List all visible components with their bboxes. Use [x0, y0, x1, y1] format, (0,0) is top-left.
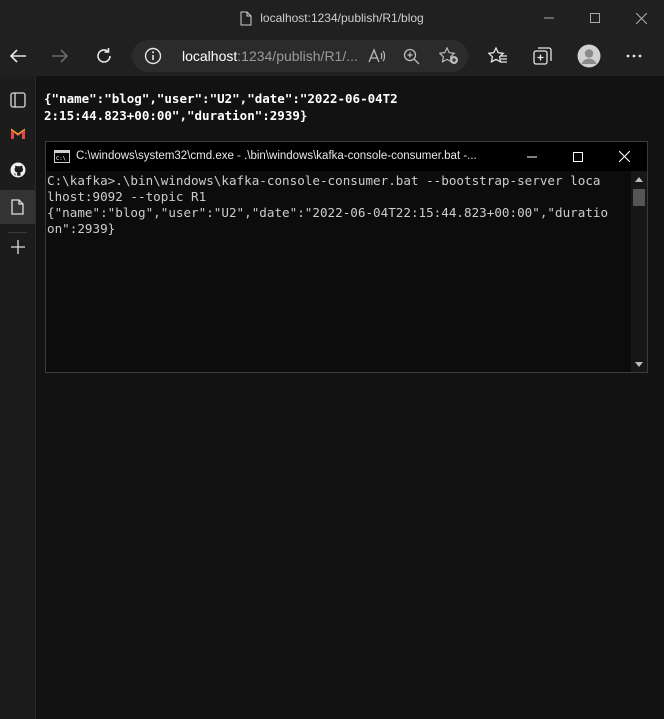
more-icon	[626, 54, 642, 58]
console-scrollbar[interactable]	[631, 171, 647, 372]
sidebar-item-github[interactable]	[0, 153, 35, 187]
sidebar	[0, 76, 36, 719]
profile-button[interactable]	[571, 36, 607, 76]
add-favorite-button[interactable]	[436, 40, 462, 72]
refresh-icon	[97, 48, 111, 63]
github-icon	[10, 162, 25, 178]
read-aloud-button[interactable]	[364, 40, 390, 72]
console-line: on":2939}	[47, 221, 116, 236]
json-response-text: {"name":"blog","user":"U2","date":"2022-…	[44, 91, 398, 123]
document-icon	[11, 199, 24, 215]
favorites-icon	[488, 47, 507, 64]
console-line: C:\kafka>.\bin\windows\kafka-console-con…	[47, 173, 601, 188]
tab-collection-icon	[9, 92, 26, 108]
site-info-button[interactable]	[144, 40, 162, 72]
maximize-button[interactable]	[572, 0, 618, 36]
console-close-button[interactable]	[601, 142, 647, 171]
close-button[interactable]	[618, 0, 664, 36]
sidebar-item-gmail[interactable]	[0, 116, 35, 150]
window-title-text: localhost:1234/publish/R1/blog	[260, 11, 424, 25]
console-line: {"name":"blog","user":"U2","date":"2022-…	[47, 205, 609, 220]
avatar-icon	[577, 44, 601, 68]
zoom-button[interactable]	[398, 40, 424, 72]
address-url[interactable]: localhost:1234/publish/R1/...	[182, 40, 358, 72]
gmail-icon	[10, 128, 25, 139]
console-title: C:\windows\system32\cmd.exe - .\bin\wind…	[76, 150, 477, 162]
settings-more-button[interactable]	[616, 36, 652, 76]
maximize-icon	[590, 13, 600, 23]
close-icon	[635, 12, 647, 24]
minimize-button[interactable]	[526, 0, 572, 36]
read-aloud-icon	[368, 48, 386, 63]
scroll-up-button[interactable]	[631, 171, 647, 187]
address-bar[interactable]: localhost:1234/publish/R1/...	[132, 40, 468, 72]
sidebar-item-collections[interactable]	[0, 83, 35, 117]
add-icon	[10, 240, 25, 254]
zoom-icon	[403, 48, 419, 64]
favorites-button[interactable]	[480, 36, 516, 76]
back-arrow-icon	[9, 49, 26, 63]
minimize-icon	[544, 17, 554, 19]
sidebar-item-add[interactable]	[0, 230, 35, 264]
star-add-icon	[439, 47, 458, 64]
sidebar-item-document[interactable]	[0, 190, 35, 224]
console-minimize-button[interactable]	[509, 142, 555, 171]
console-line: lhost:9092 --topic R1	[47, 189, 207, 204]
scrollbar-thumb[interactable]	[633, 189, 645, 206]
address-host: localhost	[182, 48, 238, 64]
window-title-bar: localhost:1234/publish/R1/blog	[0, 0, 664, 36]
address-path: :1234/publish/R1/...	[237, 48, 358, 64]
collections-button[interactable]	[525, 36, 561, 76]
refresh-button[interactable]	[86, 36, 122, 76]
scroll-down-button[interactable]	[631, 356, 647, 372]
svg-text:C:\: C:\	[56, 156, 66, 162]
back-button[interactable]	[0, 36, 36, 76]
triangle-up-icon	[635, 176, 643, 182]
forward-button[interactable]	[42, 36, 78, 76]
console-window[interactable]: C:\ C:\windows\system32\cmd.exe - .\bin\…	[45, 141, 648, 373]
browser-toolbar: localhost:1234/publish/R1/...	[0, 36, 664, 76]
cmd-icon: C:\	[54, 150, 70, 163]
close-icon	[618, 151, 630, 162]
console-title-bar[interactable]: C:\ C:\windows\system32\cmd.exe - .\bin\…	[46, 142, 647, 171]
info-icon	[144, 47, 162, 65]
forward-arrow-icon	[52, 49, 69, 63]
maximize-icon	[573, 151, 583, 162]
console-maximize-button[interactable]	[555, 142, 601, 171]
minimize-icon	[527, 156, 537, 157]
console-output[interactable]: C:\kafka>.\bin\windows\kafka-console-con…	[46, 171, 631, 372]
page-icon	[240, 11, 252, 25]
collections-add-icon	[533, 46, 552, 65]
triangle-down-icon	[635, 361, 643, 367]
